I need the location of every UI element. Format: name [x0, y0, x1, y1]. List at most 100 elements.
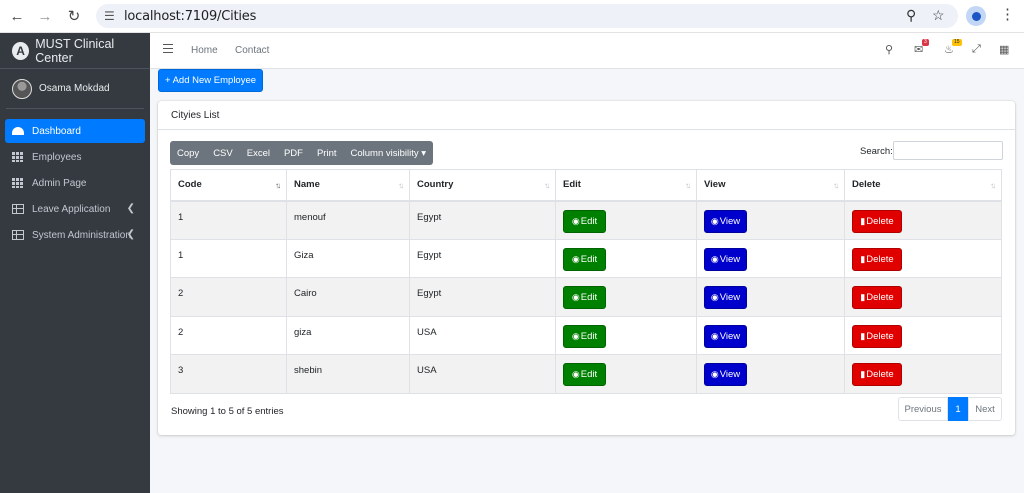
view-button[interactable]: ◉ View [704, 363, 747, 386]
pagination: Previous 1 Next [898, 397, 1002, 421]
brand-logo: A [12, 41, 30, 60]
pdf-button[interactable]: PDF [277, 141, 310, 165]
cell-code: 2 [170, 315, 287, 355]
eye-icon: ◉ [710, 369, 719, 379]
sort-icon: ↑↓ [685, 181, 691, 190]
column-header-view[interactable]: View ↑↓ [696, 169, 845, 202]
sidebar-item-admin-page[interactable]: Admin Page [5, 171, 145, 195]
sidebar-item-employees[interactable]: Employees [5, 145, 145, 169]
browser-toolbar: ← → ↻ ☰ localhost:7109/Cities ⚲ ☆ ⋮ [0, 0, 1024, 33]
add-new-employee-button[interactable]: + Add New Employee [158, 69, 263, 92]
column-header-country[interactable]: Country ↑↓ [409, 169, 556, 202]
messages-icon[interactable]: ✉ 3 [914, 39, 929, 56]
delete-button[interactable]: ▮ Delete [852, 286, 902, 309]
edit-button[interactable]: ◉ Edit [563, 363, 606, 386]
brand-link[interactable]: A MUST Clinical Center [0, 33, 150, 69]
view-button[interactable]: ◉ View [704, 209, 747, 233]
top-navbar: Home Contact ⚲ ✉ 3 ♨ 15 ⤢ ▦ [150, 33, 1024, 69]
site-settings-icon[interactable]: ☰ [104, 9, 115, 23]
view-button[interactable]: ◉ View [704, 324, 747, 348]
eye-icon: ◉ [571, 330, 580, 341]
sidebar-item-system-administration[interactable]: System Administration ❮ [5, 223, 145, 247]
edit-button[interactable]: ◉ Edit [563, 324, 606, 348]
back-icon[interactable]: ← [8, 7, 26, 25]
column-header-edit[interactable]: Edit ↑↓ [555, 169, 697, 202]
cell-name: Giza [286, 238, 410, 278]
forward-icon[interactable]: → [36, 7, 54, 25]
cell-name: giza [286, 315, 410, 355]
table-icon [12, 230, 24, 240]
card-title: Cityies List [158, 101, 1015, 130]
trash-icon: ▮ [860, 253, 866, 264]
browser-menu-icon[interactable]: ⋮ [1000, 5, 1015, 23]
sidebar-item-label: Dashboard [32, 125, 81, 137]
view-button[interactable]: ◉ View [704, 286, 747, 309]
edit-button[interactable]: ◉ Edit [563, 247, 606, 271]
fullscreen-icon[interactable]: ⤢ [972, 43, 981, 56]
messages-badge: 3 [922, 39, 929, 46]
eye-icon: ◉ [571, 292, 580, 302]
delete-button[interactable]: ▮ Delete [852, 363, 902, 386]
sidebar-item-dashboard[interactable]: Dashboard [5, 119, 145, 143]
eye-icon: ◉ [710, 330, 719, 341]
delete-button[interactable]: ▮ Delete [852, 209, 902, 233]
column-header-delete[interactable]: Delete ↑↓ [844, 169, 1002, 202]
profile-avatar-icon[interactable] [966, 6, 986, 26]
column-visibility-button[interactable]: Column visibility ▾ [344, 141, 434, 165]
search-label: Search: [860, 146, 893, 157]
address-bar[interactable]: ☰ localhost:7109/Cities ⚲ ☆ [96, 4, 958, 28]
table-row: 1 Giza Egypt ◉ Edit ◉ View ▮ Delete [170, 238, 1002, 278]
delete-button[interactable]: ▮ Delete [852, 247, 902, 271]
hamburger-menu-icon[interactable] [163, 44, 173, 53]
print-button[interactable]: Print [310, 141, 344, 165]
chevron-left-icon: ❮ [126, 229, 135, 240]
cell-name: Cairo [286, 277, 410, 317]
column-header-code[interactable]: Code ↑↓ [170, 169, 287, 202]
bookmark-star-icon[interactable]: ☆ [932, 7, 945, 24]
trash-icon: ▮ [860, 330, 866, 341]
edit-button[interactable]: ◉ Edit [563, 286, 606, 309]
sidebar-item-label: Admin Page [32, 177, 87, 189]
table-icon [12, 204, 24, 214]
csv-button[interactable]: CSV [206, 141, 240, 165]
reload-icon[interactable]: ↻ [65, 7, 83, 25]
sidebar-item-leave-application[interactable]: Leave Application ❮ [5, 197, 145, 221]
cell-name: menouf [286, 200, 410, 240]
notifications-bell-icon[interactable]: ♨ 15 [944, 39, 962, 56]
cell-code: 1 [170, 200, 287, 240]
previous-page-button[interactable]: Previous [898, 397, 948, 421]
sidebar: A MUST Clinical Center Osama Mokdad Dash… [0, 33, 150, 493]
sort-icon: ↑↓ [990, 181, 996, 190]
table-row: 2 giza USA ◉ Edit ◉ View ▮ Delete [170, 315, 1002, 355]
url-text[interactable]: localhost:7109/Cities [124, 9, 256, 24]
trash-icon: ▮ [860, 292, 866, 302]
sidebar-item-label: Employees [32, 151, 82, 163]
eye-icon: ◉ [710, 253, 719, 264]
search-input[interactable] [893, 141, 1003, 160]
notifications-badge: 15 [952, 39, 962, 46]
eye-icon: ◉ [571, 215, 580, 226]
table-row: 1 menouf Egypt ◉ Edit ◉ View ▮ Delete [170, 200, 1002, 240]
nav-link-home[interactable]: Home [191, 45, 218, 56]
avatar [12, 78, 32, 99]
control-sidebar-icon[interactable]: ▦ [999, 43, 1009, 56]
search-icon[interactable]: ⚲ [885, 43, 893, 56]
column-header-name[interactable]: Name ↑↓ [286, 169, 410, 202]
view-button[interactable]: ◉ View [704, 247, 747, 271]
copy-button[interactable]: Copy [170, 141, 206, 165]
cell-code: 2 [170, 277, 287, 317]
next-page-button[interactable]: Next [968, 397, 1002, 421]
zoom-icon[interactable]: ⚲ [906, 7, 916, 24]
cell-country: USA [409, 315, 556, 355]
dashboard-icon [12, 127, 24, 135]
nav-link-contact[interactable]: Contact [235, 45, 269, 56]
brand-text: MUST Clinical Center [35, 36, 115, 65]
delete-button[interactable]: ▮ Delete [852, 324, 902, 348]
excel-button[interactable]: Excel [240, 141, 277, 165]
page-1-button[interactable]: 1 [948, 397, 968, 421]
edit-button[interactable]: ◉ Edit [563, 209, 606, 233]
user-panel[interactable]: Osama Mokdad [6, 69, 144, 109]
trash-icon: ▮ [860, 369, 866, 379]
cell-code: 3 [170, 354, 287, 394]
sidebar-menu: Dashboard Employees Admin Page Leave App… [0, 119, 150, 247]
